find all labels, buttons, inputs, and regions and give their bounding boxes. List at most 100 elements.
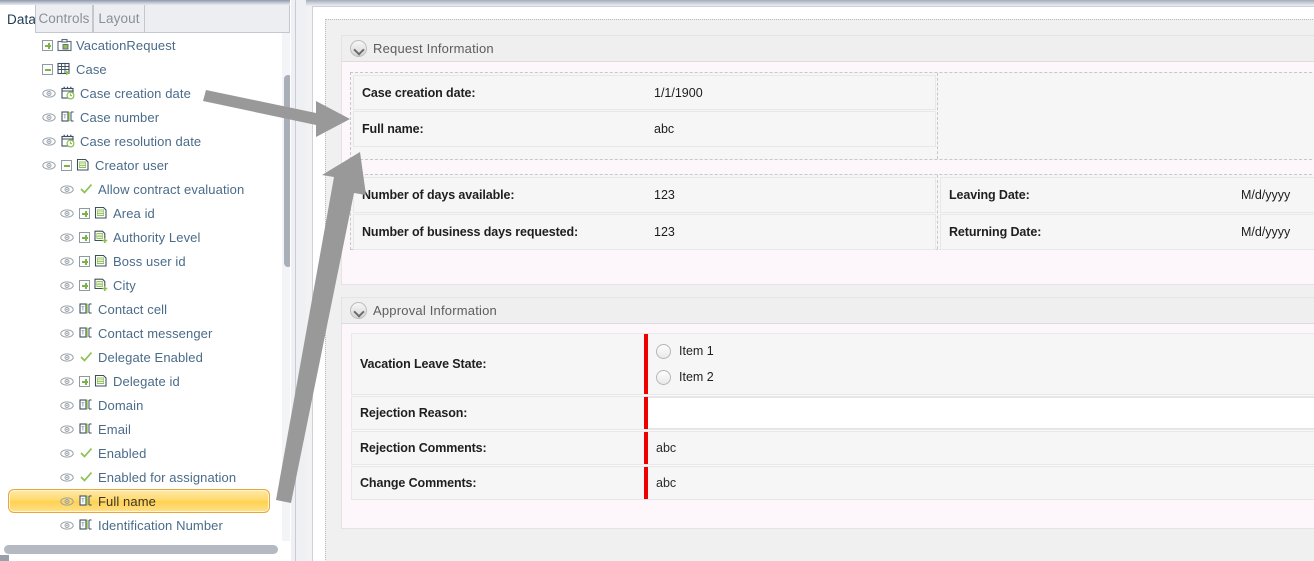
- tree-item-city[interactable]: City: [0, 273, 290, 297]
- eye-icon[interactable]: [42, 160, 57, 171]
- field-row-vacation-leave-state[interactable]: Vacation Leave State: Item 1 Item 2: [351, 333, 1314, 395]
- tree-item-enabled-for-assignation[interactable]: Enabled for assignation: [0, 465, 290, 489]
- designer-surface[interactable]: Request Information Case creation date: …: [312, 6, 1314, 561]
- field-row-case-creation-date[interactable]: Case creation date: 1/1/1900: [353, 75, 936, 110]
- data-tree[interactable]: VacationRequest Case Case creation date T Ca…: [0, 33, 290, 541]
- field-value-business-days-requested[interactable]: 123: [646, 215, 935, 249]
- section-header-request-information[interactable]: Request Information: [342, 36, 1314, 62]
- tree-item-case-number[interactable]: T Case number: [0, 105, 290, 129]
- field-value-leaving-date[interactable]: M/d/yyyy: [1233, 178, 1314, 212]
- eye-icon[interactable]: [60, 400, 75, 411]
- field-row-leaving-date[interactable]: Leaving Date: M/d/yyyy: [940, 177, 1314, 213]
- expand-icon[interactable]: [79, 207, 90, 219]
- tree-item-case[interactable]: Case: [0, 57, 290, 81]
- field-label-cell: Case creation date:: [354, 76, 646, 109]
- collapse-icon[interactable]: [42, 63, 53, 75]
- form-canvas[interactable]: Request Information Case creation date: …: [325, 19, 1314, 561]
- field-label: Number of days available:: [362, 188, 515, 202]
- collapse-icon[interactable]: [61, 159, 72, 171]
- field-row-rejection-comments[interactable]: Rejection Comments: abc: [351, 431, 1314, 465]
- panel-splitter[interactable]: [290, 0, 307, 561]
- expand-icon[interactable]: [42, 39, 53, 51]
- input-rejection-comments[interactable]: abc: [648, 432, 1314, 464]
- group-approval-rows[interactable]: Vacation Leave State: Item 1 Item 2 Reje…: [350, 333, 1314, 500]
- tree-item-enabled[interactable]: Enabled: [0, 441, 290, 465]
- tab-layout[interactable]: Layout: [93, 5, 145, 33]
- group-request-bottom[interactable]: Number of days available: 123 Number of …: [350, 174, 1314, 250]
- tree-item-boss-user-id[interactable]: Boss user id: [0, 249, 290, 273]
- eye-icon[interactable]: [60, 496, 75, 507]
- tree-item-contact-messenger[interactable]: T Contact messenger: [0, 321, 290, 345]
- tree-item-contact-cell[interactable]: T Contact cell: [0, 297, 290, 321]
- radio-icon[interactable]: [656, 369, 671, 385]
- tree-item-identification-number[interactable]: T Identification Number: [0, 513, 290, 537]
- field-label: Case creation date:: [362, 85, 476, 100]
- expand-icon[interactable]: [79, 255, 90, 267]
- field-value-returning-date[interactable]: M/d/yyyy: [1233, 215, 1314, 249]
- field-row-returning-date[interactable]: Returning Date: M/d/yyyy: [940, 214, 1314, 250]
- field-label-cell: Vacation Leave State:: [352, 334, 644, 394]
- eye-icon[interactable]: [60, 448, 75, 459]
- group-request-top[interactable]: Case creation date: 1/1/1900 Full name: …: [350, 72, 1314, 160]
- field-row-days-available[interactable]: Number of days available: 123: [353, 177, 936, 213]
- eye-icon[interactable]: [60, 232, 75, 243]
- eye-icon[interactable]: [60, 184, 75, 195]
- tree-item-vacationrequest[interactable]: VacationRequest: [0, 33, 290, 57]
- eye-icon[interactable]: [60, 472, 75, 483]
- field-row-business-days-requested[interactable]: Number of business days requested: 123: [353, 214, 936, 250]
- chevron-down-icon[interactable]: [350, 40, 367, 57]
- radio-option-item-1[interactable]: Item 1: [656, 338, 714, 364]
- expand-icon[interactable]: [79, 375, 90, 387]
- section-header-approval-information[interactable]: Approval Information: [342, 298, 1314, 324]
- tab-controls[interactable]: Controls: [35, 5, 93, 33]
- eye-icon[interactable]: [60, 280, 75, 291]
- field-value-days-available[interactable]: 123: [646, 178, 935, 212]
- tabstrip-filler: [145, 5, 290, 33]
- radio-group-vacation-leave-state[interactable]: Item 1 Item 2: [648, 334, 1314, 394]
- field-value-case-creation-date[interactable]: 1/1/1900: [646, 76, 935, 109]
- eye-icon[interactable]: [42, 136, 57, 147]
- section-approval-information[interactable]: Approval Information Vacation Leave Stat…: [341, 297, 1314, 529]
- tree-item-delegate-id[interactable]: Delegate id: [0, 369, 290, 393]
- tree-item-case-resolution-date[interactable]: Case resolution date: [0, 129, 290, 153]
- tree-item-label: VacationRequest: [76, 37, 176, 53]
- field-row-rejection-reason[interactable]: Rejection Reason:: [351, 396, 1314, 430]
- eye-icon[interactable]: [60, 520, 75, 531]
- input-rejection-reason[interactable]: [648, 397, 1314, 429]
- section-request-information[interactable]: Request Information Case creation date: …: [341, 35, 1314, 285]
- eye-icon[interactable]: [60, 208, 75, 219]
- chevron-down-icon[interactable]: [350, 302, 367, 319]
- field-row-full-name[interactable]: Full name: abc: [353, 111, 936, 147]
- status-resize-grip: [0, 555, 9, 561]
- tree-item-label: Enabled for assignation: [98, 469, 237, 485]
- tree-item-case-creation-date[interactable]: Case creation date: [0, 81, 290, 105]
- radio-icon[interactable]: [656, 343, 671, 359]
- expand-icon[interactable]: [79, 231, 90, 243]
- eye-icon[interactable]: [60, 304, 75, 315]
- group-request-top-right-empty[interactable]: [939, 74, 1314, 158]
- eye-icon[interactable]: [42, 112, 57, 123]
- expand-icon[interactable]: [79, 279, 90, 291]
- eye-icon[interactable]: [42, 88, 57, 99]
- tree-item-authority-level[interactable]: Authority Level: [0, 225, 290, 249]
- tree-item-area-id[interactable]: Area id: [0, 201, 290, 225]
- data-explorer-panel: Data Controls Layout VacationRequest Case…: [0, 0, 290, 561]
- eye-icon[interactable]: [60, 424, 75, 435]
- column-divider: [937, 73, 938, 159]
- tree-item-full-name[interactable]: T Full name: [8, 489, 270, 513]
- field-row-change-comments[interactable]: Change Comments: abc: [351, 466, 1314, 500]
- tree-item-domain[interactable]: T Domain: [0, 393, 290, 417]
- eye-icon[interactable]: [60, 376, 75, 387]
- eye-icon[interactable]: [60, 256, 75, 267]
- field-value-full-name[interactable]: abc: [646, 112, 935, 146]
- tree-item-creator-user[interactable]: Creator user: [0, 153, 290, 177]
- eye-icon[interactable]: [60, 328, 75, 339]
- tree-item-email[interactable]: T Email: [0, 417, 290, 441]
- tree-item-delegate-enabled[interactable]: Delegate Enabled: [0, 345, 290, 369]
- eye-icon[interactable]: [60, 352, 75, 363]
- tree-horizontal-scrollbar-thumb[interactable]: [4, 545, 278, 554]
- radio-option-item-2[interactable]: Item 2: [656, 364, 714, 390]
- tree-item-allow-contract-evaluation[interactable]: Allow contract evaluation: [0, 177, 290, 201]
- input-change-comments[interactable]: abc: [648, 467, 1314, 499]
